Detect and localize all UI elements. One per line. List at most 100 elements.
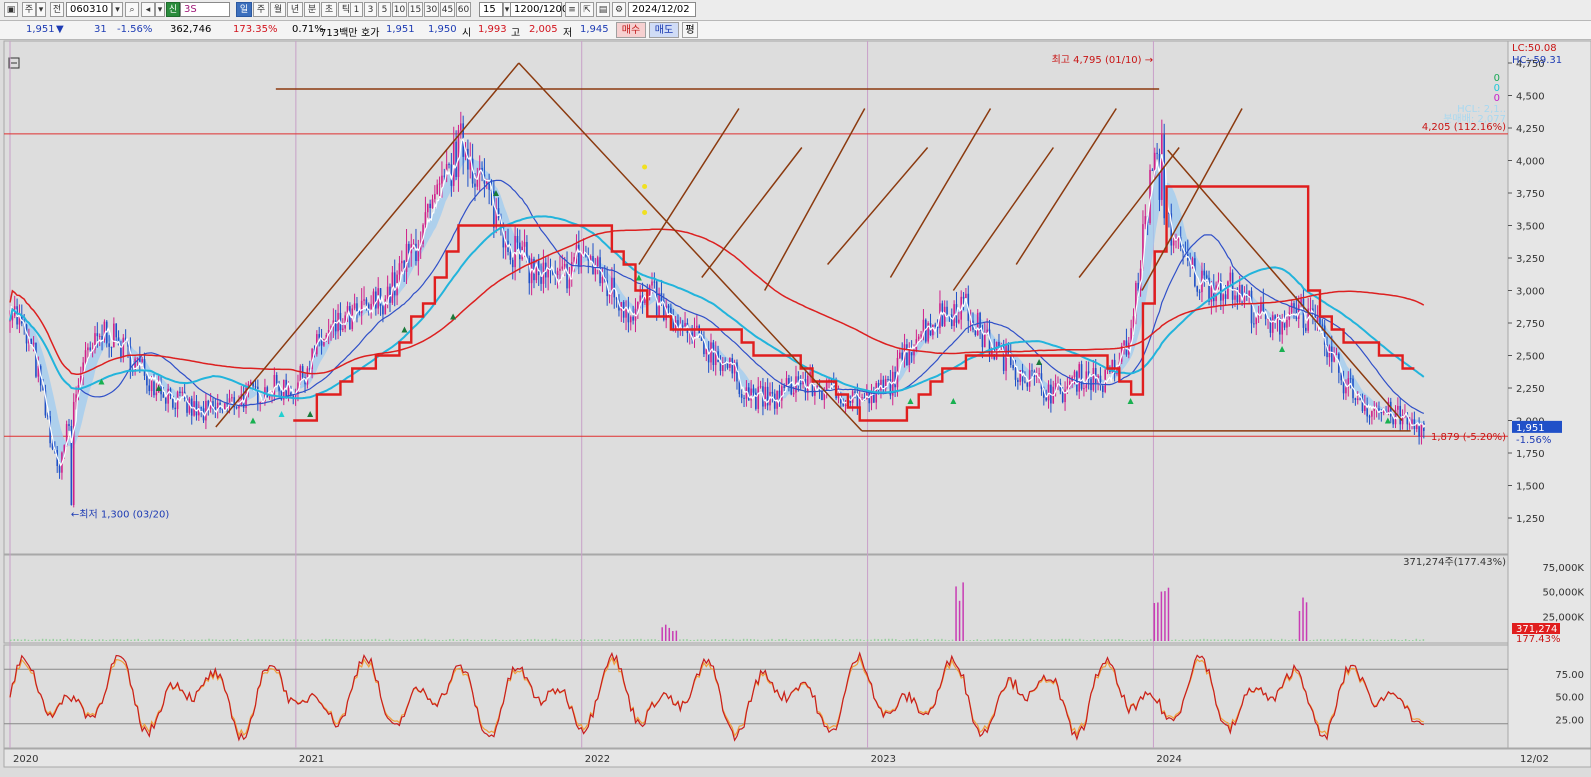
volume-bar bbox=[912, 639, 915, 641]
prev-toggle[interactable]: 전 bbox=[50, 2, 64, 17]
grid-icon[interactable]: ▣ bbox=[4, 2, 18, 17]
interval-button[interactable]: 3 bbox=[364, 2, 377, 17]
chevron-down-icon[interactable]: ▾ bbox=[155, 2, 165, 17]
candle-body bbox=[1309, 308, 1312, 310]
amount-text: 713백만 bbox=[320, 28, 358, 39]
candle-body bbox=[806, 375, 809, 393]
interval-button[interactable]: 1 bbox=[350, 2, 363, 17]
volume-bar bbox=[434, 639, 437, 641]
volume-bar bbox=[519, 639, 522, 641]
candle-body bbox=[913, 351, 915, 356]
candle-body bbox=[1073, 371, 1076, 377]
interval-input[interactable]: 15 bbox=[479, 2, 503, 17]
buy-button[interactable]: 매수 bbox=[616, 22, 646, 38]
chart-canvas[interactable]: 4,7504,5004,2504,0003,7503,5003,2503,000… bbox=[0, 40, 1591, 777]
interval-button[interactable]: 5 bbox=[378, 2, 391, 17]
volume-bar bbox=[505, 640, 508, 641]
bid-text: 1,950 bbox=[428, 24, 457, 35]
candle-body bbox=[759, 386, 762, 388]
volume-bar bbox=[1224, 639, 1226, 641]
volume-y-tick: 25,000K bbox=[1542, 612, 1584, 623]
volume-bar bbox=[268, 639, 270, 641]
volume-bar bbox=[1259, 639, 1262, 641]
interval-button[interactable]: 60 bbox=[456, 2, 471, 17]
period-button[interactable]: 월 bbox=[270, 2, 286, 17]
volume-bar bbox=[1309, 640, 1311, 641]
candle-body bbox=[556, 270, 559, 275]
candle-body bbox=[1014, 368, 1017, 380]
volume-bar bbox=[257, 639, 260, 641]
period-button[interactable]: 분 bbox=[304, 2, 320, 17]
volume-bar bbox=[806, 639, 809, 641]
candle-body bbox=[601, 277, 604, 284]
stoch-y-tick: 75.00 bbox=[1555, 670, 1584, 681]
candle-body bbox=[1083, 388, 1085, 390]
period-button[interactable]: 년 bbox=[287, 2, 303, 17]
candle-body bbox=[901, 352, 903, 360]
eval-button[interactable]: 평 bbox=[682, 22, 698, 38]
y-tick-label: 3,750 bbox=[1516, 189, 1545, 200]
interval-button[interactable]: 30 bbox=[424, 2, 439, 17]
volume-bar bbox=[746, 638, 748, 641]
volume-bar bbox=[608, 639, 610, 641]
period-button[interactable]: 주 bbox=[253, 2, 269, 17]
candle-body bbox=[1250, 290, 1253, 324]
candle-body bbox=[965, 293, 967, 299]
candle-body bbox=[568, 279, 571, 289]
volume-bar bbox=[218, 639, 221, 641]
candle-body bbox=[1163, 134, 1165, 219]
period-button[interactable]: 초 bbox=[321, 2, 337, 17]
volume-bar bbox=[45, 638, 47, 641]
settings-bars-icon[interactable]: ≡ bbox=[565, 2, 579, 17]
candle-body bbox=[1054, 383, 1057, 387]
volume-bar bbox=[930, 640, 933, 641]
chevron-down-icon[interactable]: ▾ bbox=[36, 2, 46, 17]
stock-code-input[interactable]: 060310 bbox=[66, 2, 112, 17]
candle-body bbox=[950, 314, 953, 327]
save-icon[interactable]: ▤ bbox=[596, 2, 610, 17]
candle-body bbox=[431, 199, 434, 209]
candle-body bbox=[578, 244, 580, 267]
volume-bar bbox=[1174, 639, 1177, 641]
volume-bar bbox=[1404, 638, 1407, 641]
volume-bar bbox=[261, 639, 263, 641]
volume-bar bbox=[197, 640, 200, 641]
sell-button[interactable]: 매도 bbox=[649, 22, 679, 38]
candle-body bbox=[146, 375, 148, 386]
gear-icon[interactable]: ⚙ bbox=[612, 2, 626, 17]
candle-body bbox=[1205, 275, 1208, 278]
candle-body bbox=[181, 391, 184, 394]
volume-bar bbox=[190, 639, 193, 641]
volume-bar bbox=[1128, 640, 1131, 641]
volume-bar bbox=[1390, 638, 1393, 641]
volume-bar bbox=[275, 640, 278, 641]
period-week-toggle[interactable]: 주 bbox=[22, 2, 36, 17]
candle-body bbox=[1274, 315, 1276, 320]
volume-bar bbox=[332, 639, 334, 641]
period-button[interactable]: 일 bbox=[236, 2, 252, 17]
volume-bar bbox=[1312, 639, 1315, 641]
candle-body bbox=[266, 387, 269, 398]
interval-button[interactable]: 45 bbox=[440, 2, 455, 17]
volume-bar bbox=[1093, 638, 1095, 641]
candle-body bbox=[1420, 423, 1423, 437]
date-input[interactable]: 2024/12/02 bbox=[628, 2, 696, 17]
speaker-icon[interactable]: ◂ bbox=[141, 2, 155, 17]
search-icon[interactable]: ⌕ bbox=[125, 2, 139, 17]
volume-bar bbox=[250, 640, 253, 641]
volume-bar bbox=[866, 639, 869, 641]
chevron-down-icon[interactable]: ▾ bbox=[112, 2, 123, 17]
volume-bar bbox=[1019, 640, 1021, 641]
volume-bar bbox=[657, 640, 660, 641]
market-badge: 신 bbox=[166, 2, 180, 17]
candle-body bbox=[195, 401, 198, 416]
interval-button[interactable]: 10 bbox=[392, 2, 407, 17]
zoom-icon[interactable]: ⇱ bbox=[580, 2, 594, 17]
stock-name-field[interactable]: 3S bbox=[180, 2, 230, 17]
count-input[interactable]: 1200/1200 bbox=[510, 2, 568, 17]
candle-body bbox=[122, 337, 125, 358]
interval-button[interactable]: 15 bbox=[408, 2, 423, 17]
volume-bar bbox=[548, 640, 550, 641]
candle-body bbox=[816, 386, 819, 388]
yellow-marker bbox=[642, 184, 648, 189]
